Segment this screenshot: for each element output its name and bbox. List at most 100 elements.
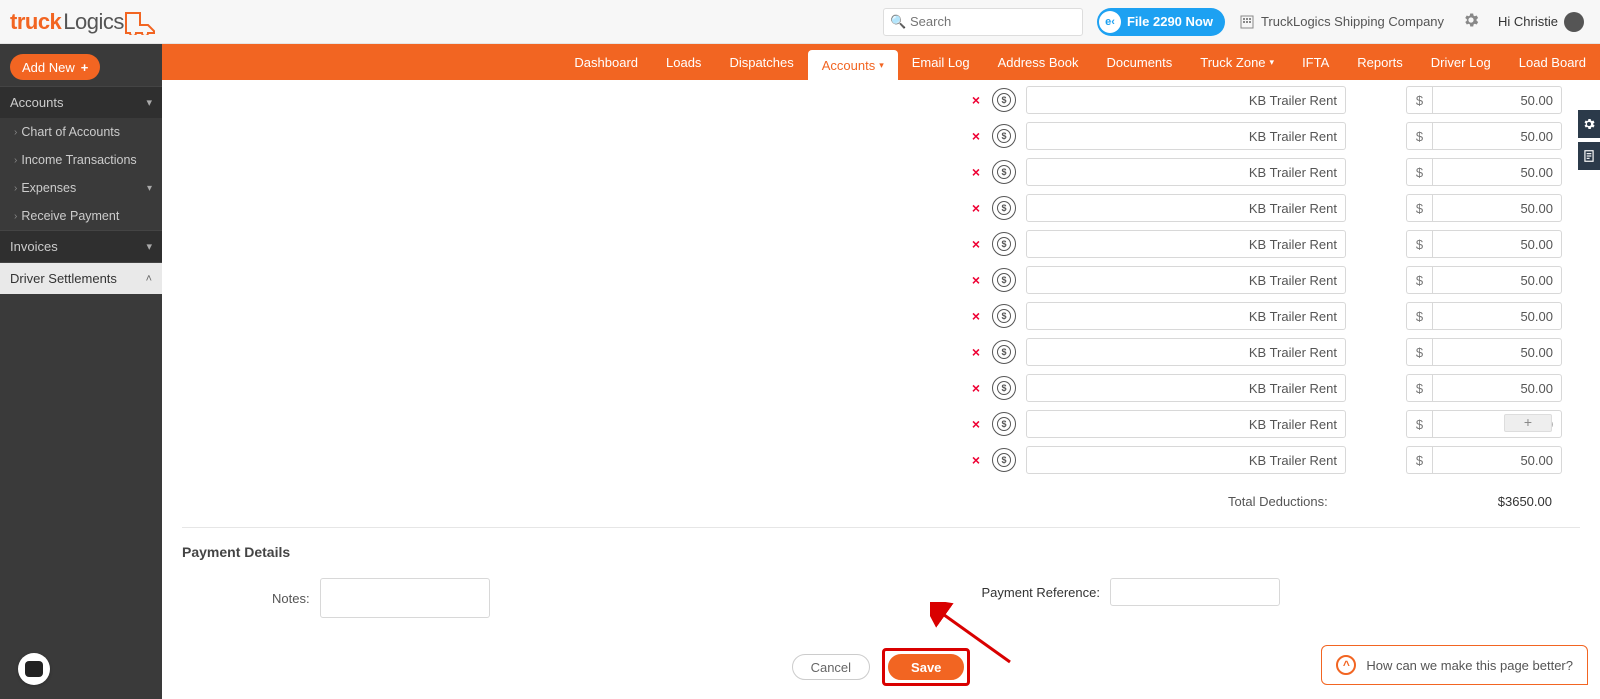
deduction-amount-input[interactable] (1432, 122, 1562, 150)
deduction-description-input[interactable] (1026, 158, 1346, 186)
currency-label: $ (1406, 410, 1432, 438)
search-input[interactable] (883, 8, 1083, 36)
chevron-down-icon: ▾ (146, 96, 152, 109)
add-new-button[interactable]: Add New + (10, 54, 100, 80)
currency-label: $ (1406, 194, 1432, 222)
delete-row-button[interactable]: × (970, 308, 982, 324)
money-icon: $ (992, 196, 1016, 220)
sidebar-item-receive-payment[interactable]: ›Receive Payment (0, 202, 162, 230)
company-name: TruckLogics Shipping Company (1261, 14, 1444, 29)
money-icon: $ (992, 340, 1016, 364)
nav-driver-log[interactable]: Driver Log (1417, 44, 1505, 80)
deduction-description-input[interactable] (1026, 230, 1346, 258)
cancel-button[interactable]: Cancel (792, 654, 870, 680)
deduction-row: ×$$ (970, 374, 1580, 402)
deduction-row: ×$$ (970, 446, 1580, 474)
add-new-label: Add New (22, 60, 75, 75)
deduction-description-input[interactable] (1026, 338, 1346, 366)
nav-dispatches[interactable]: Dispatches (715, 44, 807, 80)
deduction-row: ×$$ (970, 86, 1580, 114)
sidebar-item-expenses[interactable]: ›Expenses▾ (0, 174, 162, 202)
delete-row-button[interactable]: × (970, 272, 982, 288)
deduction-description-input[interactable] (1026, 266, 1346, 294)
deduction-description-input[interactable] (1026, 194, 1346, 222)
nav-loads[interactable]: Loads (652, 44, 715, 80)
add-deduction-button[interactable]: + (1504, 414, 1552, 432)
chevron-down-icon: ▾ (146, 240, 152, 253)
file-2290-button[interactable]: e‹ File 2290 Now (1097, 8, 1225, 36)
nav-reports[interactable]: Reports (1343, 44, 1417, 80)
save-button[interactable]: Save (888, 654, 964, 680)
chevron-down-icon: ▾ (879, 60, 884, 71)
delete-row-button[interactable]: × (970, 236, 982, 252)
deductions-list: ×$$×$$×$$×$$×$$×$$×$$×$$×$$×$$×$$ (970, 86, 1580, 474)
money-icon: $ (992, 412, 1016, 436)
sidebar-section-invoices[interactable]: Invoices ▾ (0, 230, 162, 262)
sidebar-section-driver-settlements[interactable]: Driver Settlements ˄ (0, 262, 162, 294)
logo-text-logics: Logics (63, 9, 124, 35)
company-selector[interactable]: TruckLogics Shipping Company (1239, 14, 1444, 30)
delete-row-button[interactable]: × (970, 92, 982, 108)
nav-accounts[interactable]: Accounts▾ (808, 50, 898, 80)
deduction-amount-input[interactable] (1432, 338, 1562, 366)
payment-reference-input[interactable] (1110, 578, 1280, 606)
deduction-amount-input[interactable] (1432, 86, 1562, 114)
deduction-description-input[interactable] (1026, 122, 1346, 150)
search-icon: 🔍 (890, 14, 906, 30)
user-greeting[interactable]: Hi Christie (1498, 12, 1584, 32)
plus-icon: + (81, 60, 89, 75)
deduction-description-input[interactable] (1026, 86, 1346, 114)
delete-row-button[interactable]: × (970, 452, 982, 468)
deduction-row: ×$$ (970, 158, 1580, 186)
money-icon: $ (992, 304, 1016, 328)
deduction-description-input[interactable] (1026, 302, 1346, 330)
delete-row-button[interactable]: × (970, 164, 982, 180)
right-widget-notes[interactable] (1578, 142, 1600, 170)
nav-load-board[interactable]: Load Board (1505, 44, 1600, 80)
deduction-row: ×$$ (970, 338, 1580, 366)
feedback-label: How can we make this page better? (1366, 658, 1573, 673)
chevron-right-icon: › (14, 155, 17, 166)
right-widget-settings[interactable] (1578, 110, 1600, 138)
main-content: ×$$×$$×$$×$$×$$×$$×$$×$$×$$×$$×$$ Total … (162, 80, 1600, 699)
deduction-amount-input[interactable] (1432, 194, 1562, 222)
delete-row-button[interactable]: × (970, 128, 982, 144)
chat-bubble[interactable] (18, 653, 50, 685)
truck-icon (124, 9, 164, 35)
nav-ifta[interactable]: IFTA (1288, 44, 1343, 80)
settings-button[interactable] (1462, 11, 1480, 32)
notes-label: Notes: (272, 591, 310, 606)
deduction-amount-input[interactable] (1432, 230, 1562, 258)
delete-row-button[interactable]: × (970, 380, 982, 396)
delete-row-button[interactable]: × (970, 344, 982, 360)
nav-truck-zone[interactable]: Truck Zone▾ (1186, 44, 1288, 80)
logo[interactable]: truckLogics (10, 9, 164, 35)
notes-field-group: Notes: (182, 578, 490, 618)
nav-dashboard[interactable]: Dashboard (560, 44, 652, 80)
deduction-amount-input[interactable] (1432, 374, 1562, 402)
notes-textarea[interactable] (320, 578, 490, 618)
delete-row-button[interactable]: × (970, 416, 982, 432)
deduction-description-input[interactable] (1026, 446, 1346, 474)
sidebar-section-label: Accounts (10, 95, 63, 110)
sidebar-section-accounts[interactable]: Accounts ▾ (0, 86, 162, 118)
feedback-button[interactable]: ^ How can we make this page better? (1321, 645, 1588, 685)
deduction-amount-input[interactable] (1432, 266, 1562, 294)
avatar-icon (1564, 12, 1584, 32)
clipboard-icon (1582, 149, 1596, 163)
sidebar-item-income-transactions[interactable]: ›Income Transactions (0, 146, 162, 174)
deduction-row: ×$$ (970, 302, 1580, 330)
deduction-amount-input[interactable] (1432, 446, 1562, 474)
deduction-amount-input[interactable] (1432, 158, 1562, 186)
nav-email-log[interactable]: Email Log (898, 44, 984, 80)
deduction-amount-input[interactable] (1432, 302, 1562, 330)
delete-row-button[interactable]: × (970, 200, 982, 216)
sidebar: Add New + Accounts ▾ ›Chart of Accounts … (0, 44, 162, 699)
deduction-description-input[interactable] (1026, 374, 1346, 402)
sidebar-section-label: Driver Settlements (10, 271, 117, 286)
nav-address-book[interactable]: Address Book (984, 44, 1093, 80)
sidebar-item-chart-of-accounts[interactable]: ›Chart of Accounts (0, 118, 162, 146)
nav-documents[interactable]: Documents (1093, 44, 1187, 80)
deduction-row: × $ $ (970, 410, 1580, 438)
deduction-description-input[interactable] (1026, 410, 1346, 438)
